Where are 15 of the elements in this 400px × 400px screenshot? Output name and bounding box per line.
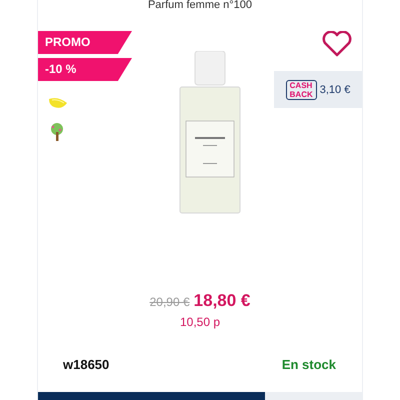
promo-badge: -10 % [38, 58, 132, 81]
product-title: Parfum femme n°100 [146, 0, 254, 11]
cashback-amount: 3,10 € [320, 84, 350, 96]
cashback-logo: CASH BACK [286, 80, 317, 100]
favorite-heart-icon[interactable] [322, 31, 352, 57]
stock-status: En stock [282, 357, 336, 372]
primary-action-bar[interactable] [38, 392, 265, 400]
product-reference: w18650 [63, 357, 110, 372]
tree-icon [48, 122, 66, 142]
points-value: 10,50 p [180, 315, 220, 329]
current-price: 18,80 € [194, 291, 250, 311]
lemon-icon [48, 97, 68, 110]
secondary-action-bar[interactable] [264, 392, 362, 400]
promo-badge: PROMO [38, 31, 132, 54]
old-price: 20,90 € [150, 295, 190, 309]
